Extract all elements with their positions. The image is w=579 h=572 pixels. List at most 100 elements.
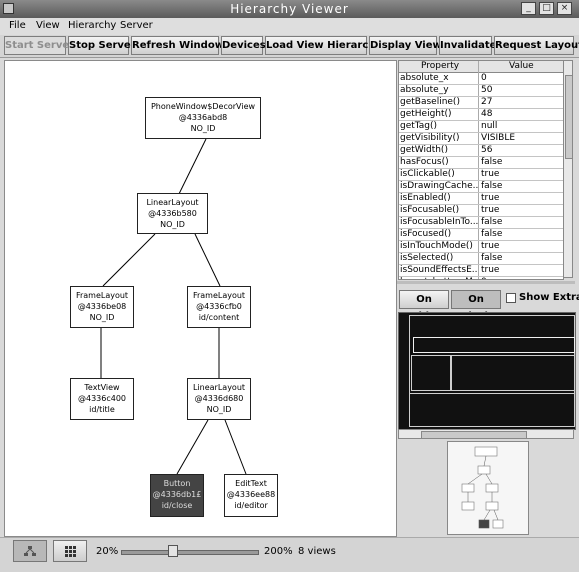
- property-row[interactable]: getBaseline() 27: [399, 97, 563, 109]
- preview-selected-button: [411, 355, 451, 391]
- node-name: LinearLayout: [146, 198, 199, 207]
- hierarchy-overview[interactable]: [447, 441, 529, 535]
- menu-view[interactable]: View: [36, 20, 60, 31]
- on-black-button[interactable]: On Black: [451, 290, 501, 322]
- close-button[interactable]: ×: [557, 2, 572, 15]
- title-bar: Hierarchy Viewer _ □ ×: [0, 0, 579, 18]
- property-name: isSoundEffectsE...: [400, 265, 478, 275]
- node-id: id/content: [198, 313, 240, 322]
- scroll-thumb[interactable]: [421, 431, 527, 439]
- pixel-perfect-toggle[interactable]: [53, 540, 87, 562]
- tree-view-toggle[interactable]: [13, 540, 47, 562]
- property-row[interactable]: getWidth() 56: [399, 145, 563, 157]
- tree-node-edittext[interactable]: EditText @4336ee88 id/editor: [224, 474, 278, 517]
- header-property[interactable]: Property: [421, 61, 459, 72]
- property-value: 0: [481, 73, 487, 83]
- display-view-button[interactable]: Display View: [369, 36, 442, 55]
- scroll-thumb[interactable]: [565, 75, 573, 159]
- property-name: layout_bottomM...: [400, 277, 478, 279]
- property-value: VISIBLE: [481, 133, 516, 143]
- node-name: TextView: [84, 383, 120, 392]
- maximize-button[interactable]: □: [539, 2, 554, 15]
- edge-linear2-edittext: [224, 419, 247, 475]
- refresh-windows-button[interactable]: Refresh Windows: [131, 36, 230, 55]
- property-row[interactable]: isClickable() true: [399, 169, 563, 181]
- overview-tree: [461, 446, 504, 529]
- property-value: true: [481, 205, 500, 215]
- node-name: FrameLayout: [192, 291, 246, 300]
- tree-node-linear2[interactable]: LinearLayout @4336d680 NO_ID: [187, 378, 251, 420]
- property-value: true: [481, 265, 500, 275]
- node-id: NO_ID: [206, 405, 232, 414]
- preview-content: [409, 393, 575, 427]
- node-address: @4336abd8: [178, 113, 228, 122]
- property-row[interactable]: hasFocus() false: [399, 157, 563, 169]
- show-extras-checkbox[interactable]: [506, 293, 516, 303]
- node-name: EditText: [235, 479, 267, 488]
- property-row[interactable]: getTag() null: [399, 121, 563, 133]
- property-row[interactable]: absolute_x 0: [399, 73, 563, 85]
- tree-node-linear1[interactable]: LinearLayout @4336b580 NO_ID: [137, 193, 208, 234]
- node-id: NO_ID: [160, 220, 185, 229]
- property-row[interactable]: layout_bottomM...0: [399, 277, 563, 279]
- property-row[interactable]: isInTouchMode() true: [399, 241, 563, 253]
- node-address: @4336b580: [148, 209, 197, 218]
- property-value: false: [481, 217, 503, 227]
- preview-edittext: [451, 355, 575, 391]
- node-address: @4336c400: [77, 394, 127, 403]
- menu-file[interactable]: File: [9, 20, 26, 31]
- property-row[interactable]: isFocused() false: [399, 229, 563, 241]
- load-view-hierarchy-button[interactable]: Load View Hierarchy: [265, 36, 382, 55]
- zoom-slider-track[interactable]: [121, 550, 259, 555]
- minimize-button[interactable]: _: [521, 2, 536, 15]
- preview-scrollbar[interactable]: [398, 429, 574, 439]
- menu-bar: File View Hierarchy Server: [0, 18, 579, 35]
- property-name: getBaseline(): [400, 97, 460, 107]
- tree-node-frame1[interactable]: FrameLayout @4336be08 NO_ID: [70, 286, 134, 328]
- property-name: absolute_x: [400, 73, 449, 83]
- toolbar: Start Server Stop Server Refresh Windows…: [0, 35, 579, 58]
- edge-decor-linear1: [176, 138, 207, 199]
- edge-linear1-frame1: [102, 233, 156, 287]
- menu-hierarchy[interactable]: Hierarchy: [68, 20, 116, 31]
- hierarchy-canvas[interactable]: PhoneWindow$DecorView @4336abd8 NO_ID Li…: [4, 60, 397, 537]
- edge-linear2-button: [176, 419, 209, 475]
- tree-view-icon: [24, 546, 36, 556]
- property-value: 0: [481, 277, 561, 279]
- invalidate-button[interactable]: Invalidate: [439, 36, 496, 55]
- request-layout-button[interactable]: Request Layout: [494, 36, 579, 55]
- zoom-slider-knob[interactable]: [168, 545, 179, 557]
- start-server-button[interactable]: Start Server: [4, 36, 74, 55]
- tree-node-frame2[interactable]: FrameLayout @4336cfb0 id/content: [187, 286, 251, 328]
- property-row[interactable]: isSelected() false: [399, 253, 563, 265]
- properties-table[interactable]: Property Value absolute_x 0 absolute_y 50 ge…: [398, 60, 564, 280]
- property-row[interactable]: getVisibility() VISIBLE: [399, 133, 563, 145]
- node-address: @4336cfb0: [196, 302, 242, 311]
- properties-scrollbar[interactable]: [563, 60, 573, 278]
- tree-node-decor[interactable]: PhoneWindow$DecorView @4336abd8 NO_ID: [145, 97, 261, 139]
- property-row[interactable]: absolute_y 50: [399, 85, 563, 97]
- tree-node-textview[interactable]: TextView @4336c400 id/title: [70, 378, 134, 420]
- splitter[interactable]: [397, 281, 575, 284]
- view-preview[interactable]: [398, 312, 576, 430]
- property-row[interactable]: isDrawingCache... false: [399, 181, 563, 193]
- property-row[interactable]: isSoundEffectsE... true: [399, 265, 563, 277]
- property-row[interactable]: isEnabled() true: [399, 193, 563, 205]
- property-name: isEnabled(): [400, 193, 451, 203]
- tree-node-button[interactable]: Button @4336db1£ id/close: [150, 474, 204, 517]
- menu-server[interactable]: Server: [120, 20, 153, 31]
- property-value: 56: [481, 145, 493, 155]
- on-white-button[interactable]: On White: [399, 290, 449, 322]
- property-row[interactable]: isFocusableInTo... false: [399, 217, 563, 229]
- property-value: false: [481, 157, 503, 167]
- stop-server-button[interactable]: Stop Server: [68, 36, 136, 55]
- property-name: getWidth(): [400, 145, 448, 155]
- property-name: isInTouchMode(): [400, 241, 473, 251]
- node-id: NO_ID: [89, 313, 115, 322]
- devices-button[interactable]: Devices: [221, 36, 266, 55]
- property-row[interactable]: getHeight() 48: [399, 109, 563, 121]
- zoom-min-label: 20%: [96, 546, 119, 557]
- header-value[interactable]: Value: [509, 61, 534, 72]
- property-row[interactable]: isFocusable() true: [399, 205, 563, 217]
- property-value: false: [481, 181, 503, 191]
